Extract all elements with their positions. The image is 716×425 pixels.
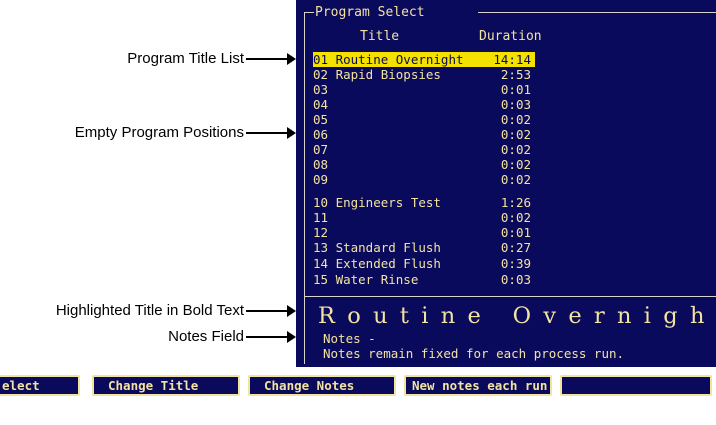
program-duration: 0:02 xyxy=(500,112,531,127)
program-row[interactable]: 13 Standard Flush 0:27 xyxy=(313,240,535,255)
program-title: 02 Rapid Biopsies xyxy=(313,67,441,82)
annotation-program-title-list: Program Title List xyxy=(127,50,244,67)
program-title: 09 xyxy=(313,172,329,187)
notes-field[interactable]: Notes remain fixed for each process run. xyxy=(323,346,624,361)
annotation-arrow xyxy=(246,305,296,317)
softkey-label: Change Notes xyxy=(264,378,355,393)
program-title: 08 xyxy=(313,157,329,172)
column-header-duration: Duration xyxy=(479,29,542,44)
program-row[interactable]: 03 0:01 xyxy=(313,82,535,97)
program-title: 07 xyxy=(313,142,329,157)
annotation-notes-field: Notes Field xyxy=(168,328,244,345)
frame-divider xyxy=(304,296,716,297)
program-title: 01 Routine Overnight xyxy=(313,52,464,67)
program-title: 12 xyxy=(313,225,329,240)
program-row[interactable]: 09 0:02 xyxy=(313,172,535,187)
program-duration: 0:39 xyxy=(500,256,531,271)
program-row-selected[interactable]: 01 Routine Overnight 14:14 xyxy=(313,52,535,67)
program-duration: 0:27 xyxy=(500,240,531,255)
program-duration: 14:14 xyxy=(493,52,531,67)
frame-left-lower xyxy=(304,296,305,364)
notes-label: Notes - xyxy=(323,331,376,346)
annotation-empty-positions: Empty Program Positions xyxy=(74,124,244,141)
program-duration: 0:03 xyxy=(500,97,531,112)
program-title: 14 Extended Flush xyxy=(313,256,441,271)
highlighted-title-display: Routine Overnight xyxy=(318,303,716,329)
program-title: 03 xyxy=(313,82,329,97)
program-row[interactable]: 14 Extended Flush 0:39 xyxy=(313,256,535,271)
program-title: 06 xyxy=(313,127,329,142)
softkey-select[interactable]: elect xyxy=(0,375,80,396)
program-duration: 0:02 xyxy=(500,172,531,187)
softkey-bar: elect Change Title Change Notes New note… xyxy=(0,372,716,425)
annotation-arrow xyxy=(246,331,296,343)
program-title: 13 Standard Flush xyxy=(313,240,441,255)
program-duration: 0:02 xyxy=(500,157,531,172)
program-row[interactable]: 10 Engineers Test 1:26 xyxy=(313,195,535,210)
program-row[interactable]: 07 0:02 xyxy=(313,142,535,157)
softkey-new-notes-each-run[interactable]: New notes each run xyxy=(404,375,552,396)
softkey-label: elect xyxy=(2,378,40,393)
program-duration: 2:53 xyxy=(500,67,531,82)
program-duration: 0:01 xyxy=(500,225,531,240)
program-title: 04 xyxy=(313,97,329,112)
program-duration: 0:01 xyxy=(500,82,531,97)
program-title: 10 Engineers Test xyxy=(313,195,441,210)
softkey-change-notes[interactable]: Change Notes xyxy=(248,375,396,396)
frame-left xyxy=(304,12,305,296)
program-title: 15 Water Rinse xyxy=(313,272,419,287)
softkey-label: New notes each run xyxy=(412,378,548,393)
program-select-screen: Program Select Title Duration 01 Routine… xyxy=(296,0,716,367)
program-duration: 0:02 xyxy=(500,210,531,225)
program-row[interactable]: 06 0:02 xyxy=(313,127,535,142)
column-header-title: Title xyxy=(360,29,400,44)
program-duration: 0:02 xyxy=(500,142,531,157)
frame-title: Program Select xyxy=(314,5,426,20)
program-duration: 1:26 xyxy=(500,195,531,210)
program-duration: 0:03 xyxy=(500,272,531,287)
program-row[interactable]: 08 0:02 xyxy=(313,157,535,172)
program-title: 11 xyxy=(313,210,329,225)
frame-top-right xyxy=(478,12,716,13)
annotation-highlighted-bold: Highlighted Title in Bold Text xyxy=(55,302,244,319)
program-title: 05 xyxy=(313,112,329,127)
program-row[interactable]: 11 0:02 xyxy=(313,210,535,225)
program-row[interactable]: 04 0:03 xyxy=(313,97,535,112)
softkey-change-title[interactable]: Change Title xyxy=(92,375,240,396)
softkey-empty[interactable] xyxy=(560,375,712,396)
annotation-arrow xyxy=(246,127,296,139)
program-duration: 0:02 xyxy=(500,127,531,142)
program-row[interactable]: 15 Water Rinse 0:03 xyxy=(313,272,535,287)
program-row[interactable]: 02 Rapid Biopsies 2:53 xyxy=(313,67,535,82)
program-row[interactable]: 05 0:02 xyxy=(313,112,535,127)
program-row[interactable]: 12 0:01 xyxy=(313,225,535,240)
softkey-label: Change Title xyxy=(108,378,199,393)
annotation-arrow xyxy=(246,53,296,65)
